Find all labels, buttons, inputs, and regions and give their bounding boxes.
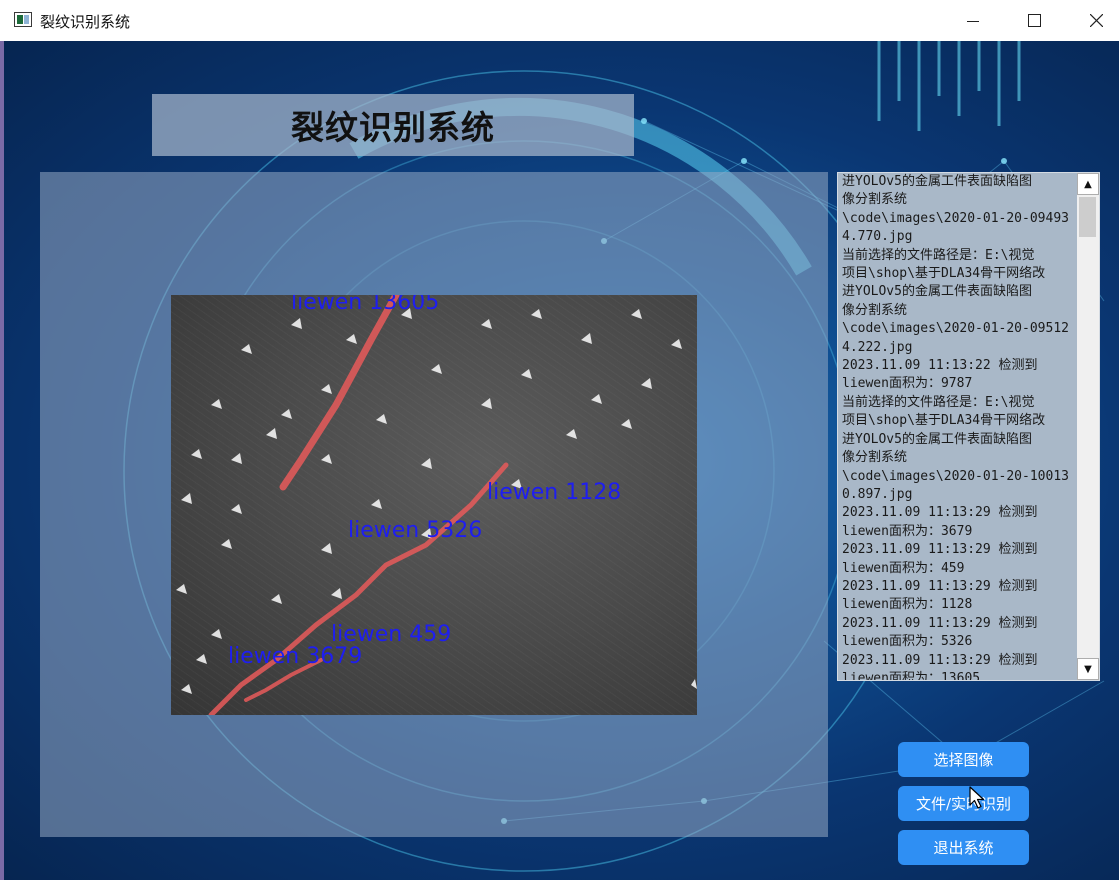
app-icon (14, 12, 32, 27)
scroll-down-button[interactable]: ▼ (1077, 658, 1099, 680)
maximize-icon (1027, 14, 1041, 27)
log-textarea[interactable]: 进YOLOv5的金属工件表面缺陷图 像分割系统 \code\images\202… (837, 172, 1100, 681)
maximize-button[interactable] (1011, 0, 1057, 41)
detection-label: liewen 3679 (228, 644, 362, 669)
file-realtime-recognize-button[interactable]: 文件/实时识别 (898, 786, 1029, 821)
app-canvas: 裂纹识别系统 liewen 13605 liewen 1128 liewen 5… (4, 41, 1119, 880)
minimize-button[interactable] (950, 0, 996, 41)
triangle-down-icon: ▼ (1084, 663, 1092, 675)
detection-label: liewen 5326 (348, 518, 482, 543)
window-titlebar: 裂纹识别系统 (0, 0, 1119, 42)
scroll-up-button[interactable]: ▲ (1077, 173, 1099, 195)
detection-overlay: liewen 13605 liewen 1128 liewen 5326 lie… (176, 295, 697, 715)
header-banner: 裂纹识别系统 (152, 94, 634, 156)
page-title: 裂纹识别系统 (291, 108, 495, 147)
window-title: 裂纹识别系统 (40, 13, 131, 31)
select-image-button[interactable]: 选择图像 (898, 742, 1029, 777)
exit-system-button[interactable]: 退出系统 (898, 830, 1029, 865)
triangle-up-icon: ▲ (1084, 178, 1092, 190)
mouse-cursor-icon (969, 786, 985, 809)
scroll-thumb[interactable] (1079, 197, 1096, 237)
detection-label: liewen 1128 (487, 480, 621, 505)
log-scrollbar[interactable]: ▲ ▼ (1077, 173, 1099, 680)
close-icon (1089, 14, 1103, 27)
minimize-icon (967, 20, 979, 22)
detection-label: liewen 13605 (291, 295, 439, 315)
detection-result-image: liewen 13605 liewen 1128 liewen 5326 lie… (171, 295, 697, 715)
log-text: 进YOLOv5的金属工件表面缺陷图 像分割系统 \code\images\202… (842, 174, 1069, 680)
close-button[interactable] (1073, 0, 1119, 41)
